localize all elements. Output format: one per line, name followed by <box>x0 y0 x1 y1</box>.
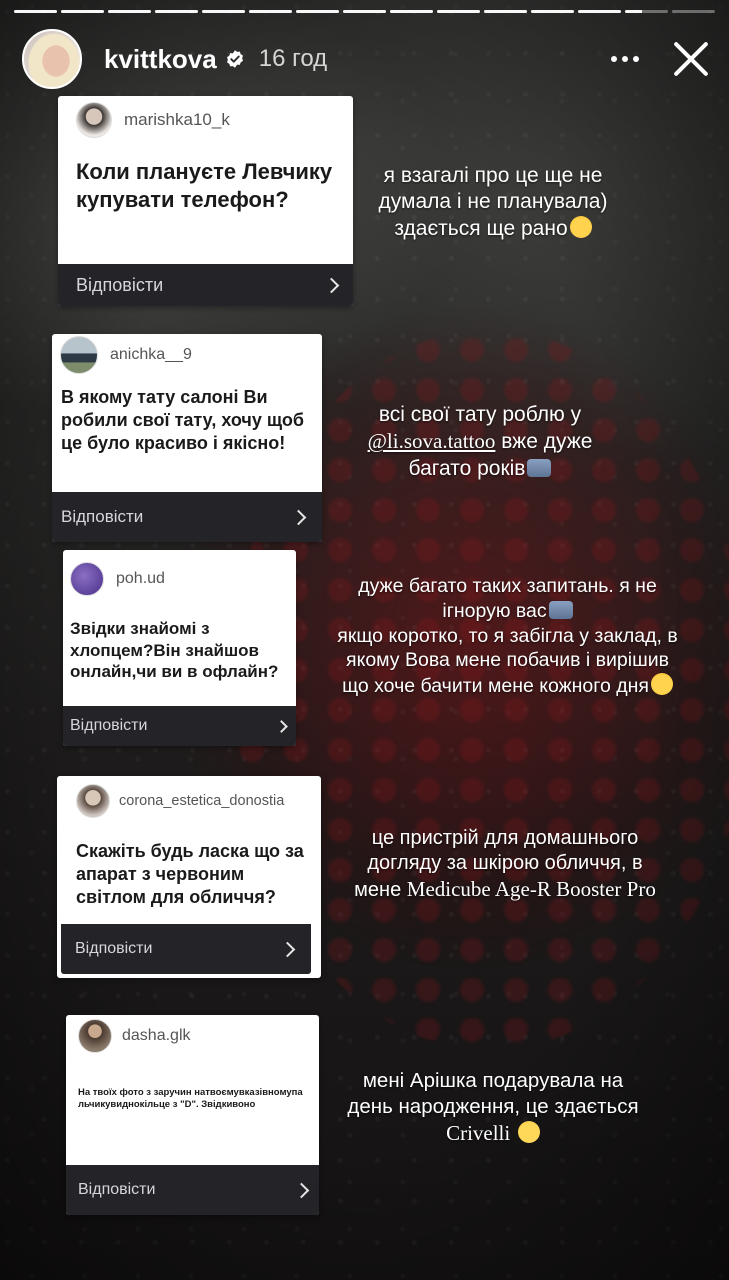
grinning-sweat-emoji-icon <box>650 673 673 695</box>
close-icon[interactable] <box>671 39 711 79</box>
post-time: 16 год <box>258 45 328 72</box>
question-text: Коли плануєте Левчику купувати телефон? <box>76 159 333 212</box>
reply-label: Відповісти <box>70 717 148 734</box>
reply-label: Відповісти <box>75 940 153 957</box>
reply-button[interactable]: Відповісти <box>66 1165 319 1215</box>
answer-text: це пристрій для домашнього догляду за шк… <box>354 827 656 902</box>
chevron-right-icon <box>323 277 340 293</box>
question-card: dasha.glk На твоїх фото з заручин натвоє… <box>66 1015 319 1215</box>
tattoo-studio-mention-link[interactable]: @li.sova.tattoo <box>368 429 496 453</box>
reply-label: Відповісти <box>61 507 144 526</box>
progress-segment <box>437 10 480 13</box>
progress-segment <box>108 10 151 13</box>
people-emoji-icon <box>548 600 573 619</box>
brand-name: Crivelli <box>446 1120 511 1145</box>
progress-segment <box>672 10 715 13</box>
question-text: В якому тату салоні Ви робили свої тату,… <box>61 387 304 453</box>
product-name: Medicube Age-R Booster Pro <box>406 877 656 902</box>
progress-segment <box>202 10 245 13</box>
question-user-avatar <box>76 102 112 138</box>
question-user-avatar <box>78 1019 112 1053</box>
question-user-avatar <box>70 562 104 596</box>
answer-text: дуже багато таких запитань. я не ігнорую… <box>337 575 678 697</box>
progress-segment <box>61 10 104 13</box>
question-card: corona_estetica_donostia Скажіть будь ла… <box>57 776 321 978</box>
chevron-right-icon <box>275 719 288 733</box>
chevron-right-icon <box>279 941 296 957</box>
question-username: dasha.glk <box>122 1027 191 1044</box>
reply-label: Відповісти <box>76 274 164 295</box>
progress-segment <box>531 10 574 13</box>
progress-segment <box>14 10 57 13</box>
question-text: На твоїх фото з заручин натвоємувказівно… <box>78 1087 303 1111</box>
verified-badge-icon <box>226 50 243 68</box>
question-card: poh.ud Звідки знайомі з хлопцем?Він знай… <box>63 550 296 746</box>
author-avatar[interactable] <box>22 29 82 89</box>
question-text: Скажіть будь ласка що за апарат з червон… <box>76 841 304 907</box>
question-card: anichka__9 В якому тату салоні Ви робили… <box>52 334 322 542</box>
reply-button[interactable]: Відповісти <box>61 924 311 974</box>
progress-segment <box>343 10 386 13</box>
author-username[interactable]: kvittkova <box>104 44 217 75</box>
relieved-face-emoji-icon <box>517 1120 540 1143</box>
question-text: Звідки знайомі з хлопцем?Він знайшов онл… <box>70 619 279 682</box>
question-user-avatar <box>60 336 98 374</box>
answer-text: всі свої тату роблю у @li.sova.tattoo вж… <box>367 403 593 480</box>
question-card: marishka10_k Коли плануєте Левчику купув… <box>58 96 353 306</box>
progress-segment <box>484 10 527 13</box>
chevron-right-icon <box>290 509 307 525</box>
reply-button[interactable]: Відповісти <box>63 706 296 746</box>
question-username: corona_estetica_donostia <box>119 793 285 809</box>
progress-segment <box>296 10 339 13</box>
question-username: poh.ud <box>116 570 165 587</box>
chevron-right-icon <box>293 1182 310 1198</box>
story-progress-bar <box>14 10 715 13</box>
progress-segment <box>249 10 292 13</box>
progress-segment <box>578 10 621 13</box>
answer-text: мені Арішка подарувала на день народженн… <box>347 1069 639 1145</box>
more-dots-icon[interactable] <box>605 39 645 79</box>
progress-segment <box>155 10 198 13</box>
story-header: kvittkova 16 год <box>22 28 711 90</box>
progress-segment <box>625 10 668 13</box>
reply-button[interactable]: Відповісти <box>52 492 322 542</box>
reply-button[interactable]: Відповісти <box>58 264 353 306</box>
question-username: marishka10_k <box>124 110 230 129</box>
reply-label: Відповісти <box>78 1181 156 1198</box>
grinning-sweat-emoji-icon <box>569 215 592 238</box>
question-username: anichka__9 <box>110 346 192 363</box>
question-user-avatar <box>76 784 110 818</box>
progress-segment <box>390 10 433 13</box>
people-emoji-icon <box>527 458 552 477</box>
answer-text: я взагалі про це ще не думала і не плану… <box>378 164 608 240</box>
